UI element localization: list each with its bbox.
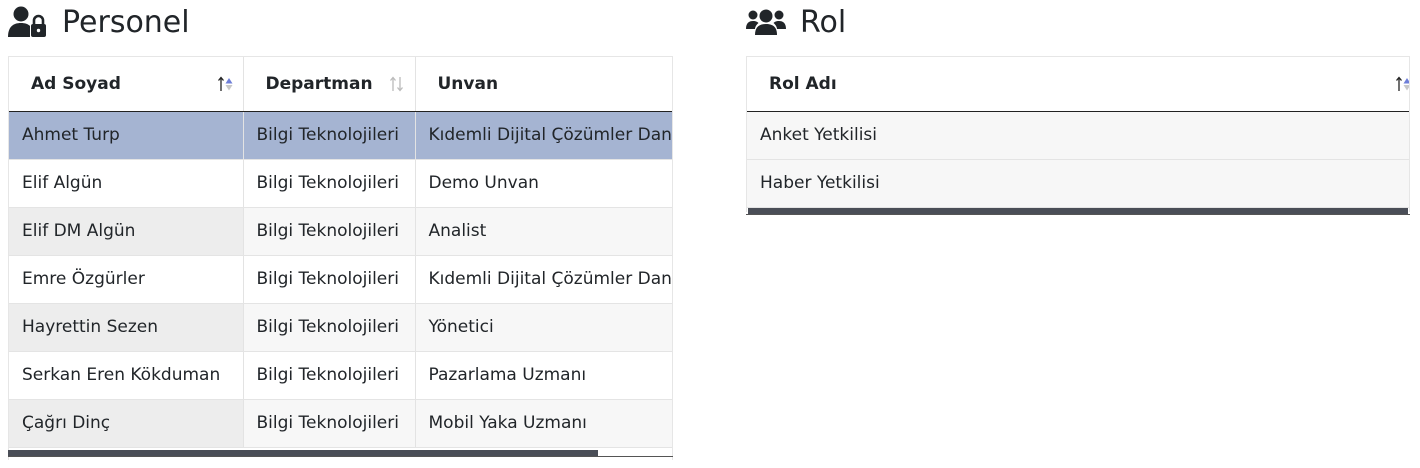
cell-unvan: Demo Unvan	[415, 159, 672, 208]
table-row[interactable]: Serkan Eren Kökduman Bilgi Teknolojileri…	[9, 351, 672, 400]
cell-ad-soyad: Serkan Eren Kökduman	[9, 351, 244, 400]
column-header-departman[interactable]: Departman	[243, 57, 416, 112]
column-label: Unvan	[437, 73, 499, 94]
column-label: Rol Adı	[769, 73, 837, 94]
cell-departman: Bilgi Teknolojileri	[243, 207, 416, 256]
rol-panel: Rol Rol Adı Anket Yetkilisi Haber Yetkil…	[746, 0, 1410, 215]
table-header-row: Rol Adı	[747, 57, 1409, 112]
table-row[interactable]: Anket Yetkilisi	[747, 111, 1409, 160]
cell-departman: Bilgi Teknolojileri	[243, 303, 416, 352]
cell-ad-soyad: Elif Algün	[9, 159, 244, 208]
scrollbar-track-line	[8, 456, 673, 457]
sort-asc-active-icon[interactable]	[217, 76, 235, 92]
personel-table: Ad Soyad Departman Unvan Ahmet Turp Bilg…	[9, 57, 672, 448]
column-header-ad-soyad[interactable]: Ad Soyad	[9, 57, 244, 112]
cell-unvan: Yönetici	[415, 303, 672, 352]
table-row[interactable]: Çağrı Dinç Bilgi Teknolojileri Mobil Yak…	[9, 399, 672, 448]
cell-ad-soyad: Hayrettin Sezen	[9, 303, 244, 352]
cell-unvan: Kıdemli Dijital Çözümler Danışmanı	[415, 111, 672, 160]
table-header-row: Ad Soyad Departman Unvan	[9, 57, 672, 112]
users-icon	[746, 9, 786, 35]
user-lock-icon	[8, 6, 46, 37]
cell-unvan: Pazarlama Uzmanı	[415, 351, 672, 400]
table-row[interactable]: Hayrettin Sezen Bilgi Teknolojileri Yöne…	[9, 303, 672, 352]
rol-table: Rol Adı Anket Yetkilisi Haber Yetkilisi	[747, 57, 1409, 208]
cell-ad-soyad: Ahmet Turp	[9, 111, 244, 160]
rol-table-wrap: Rol Adı Anket Yetkilisi Haber Yetkilisi	[746, 56, 1410, 212]
rol-title: Rol	[800, 4, 847, 40]
cell-rol-adi: Haber Yetkilisi	[747, 159, 1409, 208]
table-row[interactable]: Ahmet Turp Bilgi Teknolojileri Kıdemli D…	[9, 111, 672, 160]
personel-panel: Personel Ad Soyad Departman Unvan Ahmet …	[8, 0, 673, 460]
table-row[interactable]: Haber Yetkilisi	[747, 159, 1409, 208]
cell-unvan: Analist	[415, 207, 672, 256]
cell-departman: Bilgi Teknolojileri	[243, 255, 416, 304]
sort-asc-active-icon[interactable]	[1395, 76, 1409, 92]
cell-unvan: Kıdemli Dijital Çözümler Danışmanı	[415, 255, 672, 304]
personel-header: Personel	[8, 0, 673, 44]
table-row[interactable]: Elif DM Algün Bilgi Teknolojileri Analis…	[9, 207, 672, 256]
rol-header: Rol	[746, 0, 1410, 44]
cell-departman: Bilgi Teknolojileri	[243, 351, 416, 400]
personel-table-wrap: Ad Soyad Departman Unvan Ahmet Turp Bilg…	[8, 56, 673, 460]
column-header-rol-adi[interactable]: Rol Adı	[747, 57, 1409, 112]
column-label: Departman	[265, 73, 373, 94]
cell-ad-soyad: Çağrı Dinç	[9, 399, 244, 448]
scrollbar-track-line	[746, 214, 1410, 215]
cell-ad-soyad: Elif DM Algün	[9, 207, 244, 256]
table-row[interactable]: Elif Algün Bilgi Teknolojileri Demo Unva…	[9, 159, 672, 208]
personel-title: Personel	[62, 4, 190, 40]
cell-departman: Bilgi Teknolojileri	[243, 399, 416, 448]
table-row[interactable]: Emre Özgürler Bilgi Teknolojileri Kıdeml…	[9, 255, 672, 304]
column-label: Ad Soyad	[31, 73, 121, 94]
sort-both-icon[interactable]	[389, 76, 407, 92]
cell-rol-adi: Anket Yetkilisi	[747, 111, 1409, 160]
cell-ad-soyad: Emre Özgürler	[9, 255, 244, 304]
column-header-unvan[interactable]: Unvan	[415, 57, 672, 112]
cell-departman: Bilgi Teknolojileri	[243, 159, 416, 208]
cell-unvan: Mobil Yaka Uzmanı	[415, 399, 672, 448]
cell-departman: Bilgi Teknolojileri	[243, 111, 416, 160]
